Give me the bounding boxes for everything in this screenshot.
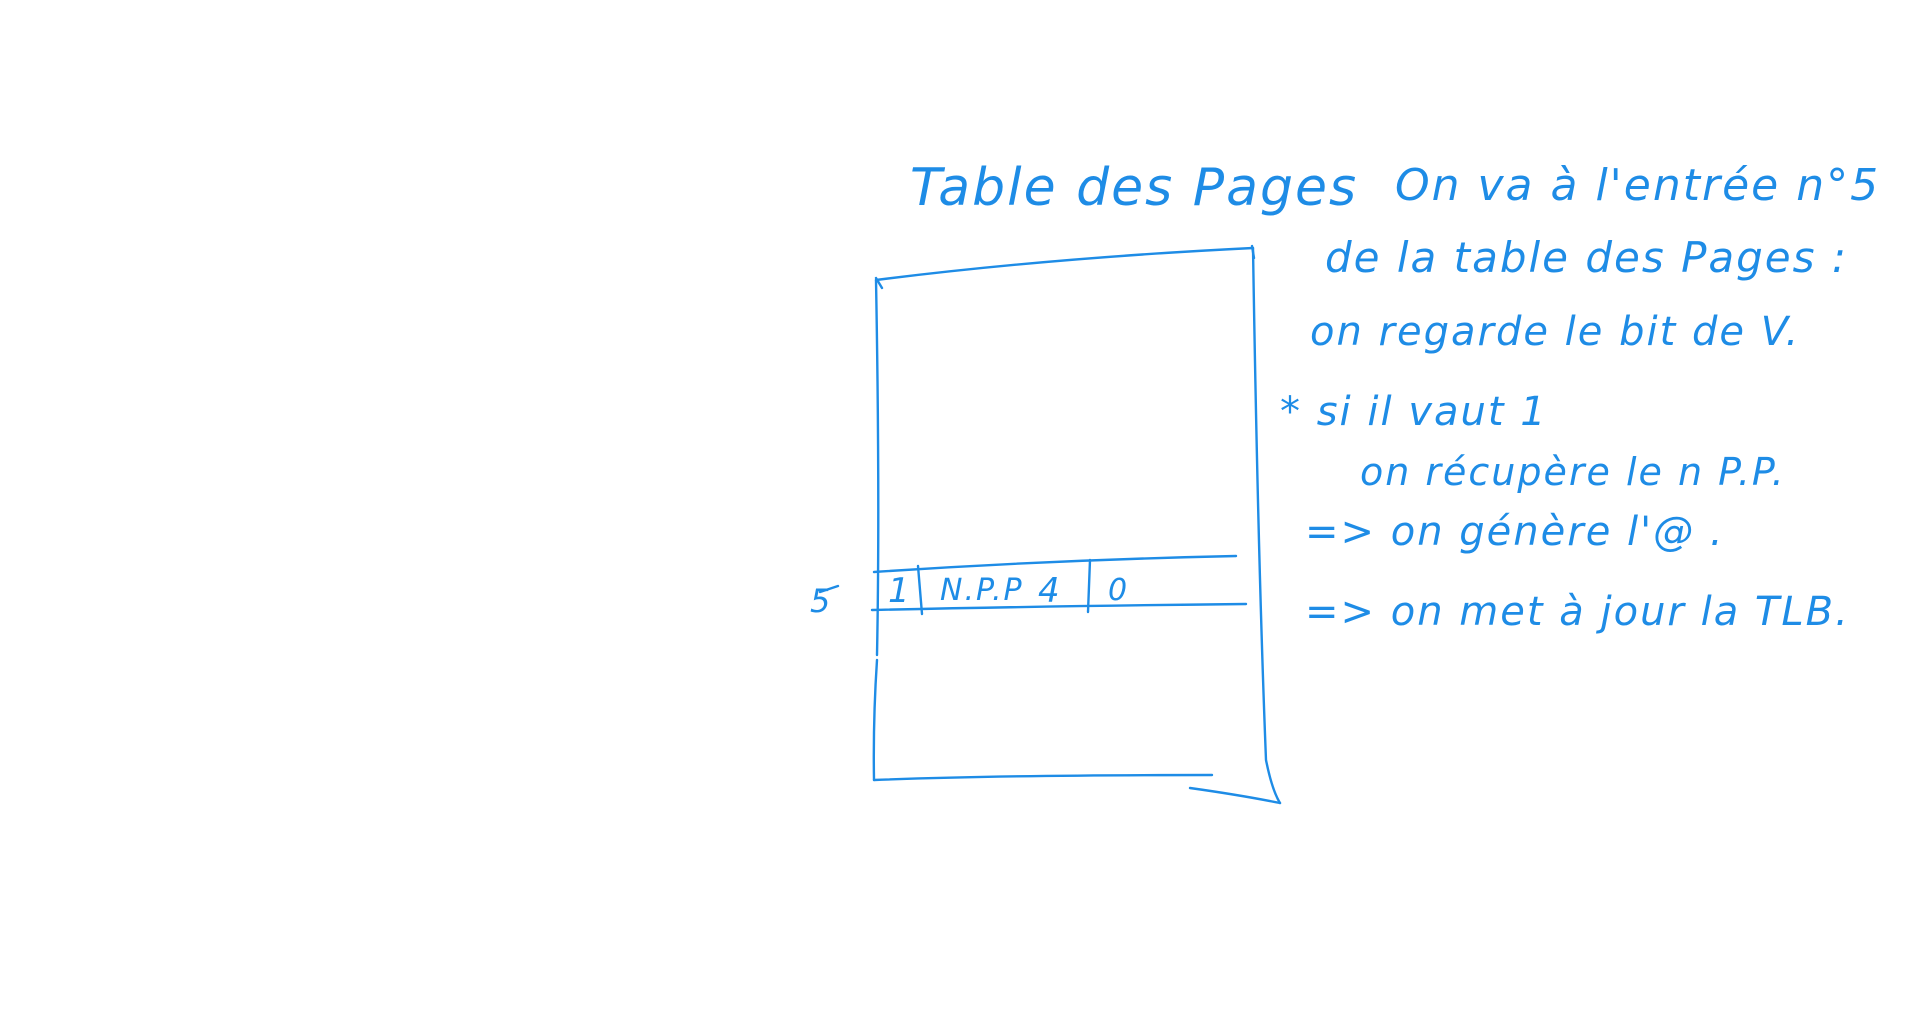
entry-row-divider-2 [1086, 558, 1092, 614]
whiteboard-canvas: Table des Pages 5 1 N.P.P 4 0 On va à l'… [810, 158, 1880, 805]
entry-index-label: 5 [810, 582, 832, 620]
note-line-1: On va à l'entrée n°5 [1395, 160, 1880, 211]
entry-row-divider-1 [916, 564, 924, 616]
note-line-2: de la table des Pages : [1325, 233, 1848, 282]
page-table-right-edge [1251, 246, 1282, 805]
note-line-5: on récupère le n P.P. [1360, 450, 1786, 494]
page-table-left-edge [872, 278, 880, 782]
entry-npp-value: 4 [1038, 571, 1062, 611]
table-title: Table des Pages [910, 158, 1358, 218]
entry-v-bit: 1 [888, 571, 912, 611]
note-line-4: * si il vaut 1 [1280, 389, 1548, 435]
page-table-corner-tick [874, 244, 1256, 290]
note-line-6: => on génère l'@ . [1305, 509, 1725, 555]
entry-row-top-line [872, 554, 1238, 574]
entry-npp-label: N.P.P [940, 573, 1024, 608]
entry-last-bit: 0 [1108, 573, 1129, 608]
page-table-bottom-edge [872, 773, 1282, 805]
notes-block: On va à l'entrée n°5 de la table des Pag… [1280, 160, 1880, 635]
page-table-top-edge [874, 246, 1255, 282]
note-line-3: on regarde le bit de V. [1310, 309, 1800, 355]
page-table [870, 244, 1282, 805]
note-line-7: => on met à jour la TLB. [1305, 589, 1850, 635]
